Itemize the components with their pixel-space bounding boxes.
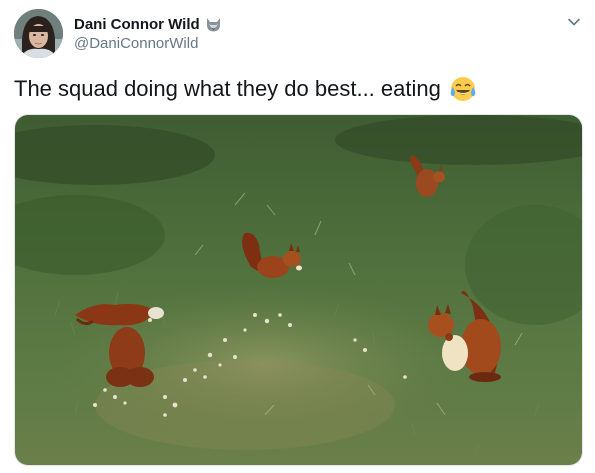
wolf-icon: [205, 16, 222, 33]
tweet-text: The squad doing what they do best... eat…: [14, 76, 441, 101]
face-with-tears-of-joy-icon: [449, 75, 477, 103]
tweet-media-photo[interactable]: [14, 114, 583, 466]
display-name[interactable]: Dani Connor Wild: [74, 16, 200, 33]
author-name-row: Dani Connor Wild: [74, 14, 222, 34]
avatar[interactable]: [14, 9, 63, 58]
tweet-text-row: The squad doing what they do best... eat…: [14, 75, 477, 103]
squirrels-eating-photo: [15, 115, 582, 465]
tweet-card: Dani Connor Wild @DaniConnorWild The squ…: [0, 0, 595, 473]
author-handle[interactable]: @DaniConnorWild: [74, 35, 198, 52]
chevron-down-icon[interactable]: [566, 14, 582, 30]
